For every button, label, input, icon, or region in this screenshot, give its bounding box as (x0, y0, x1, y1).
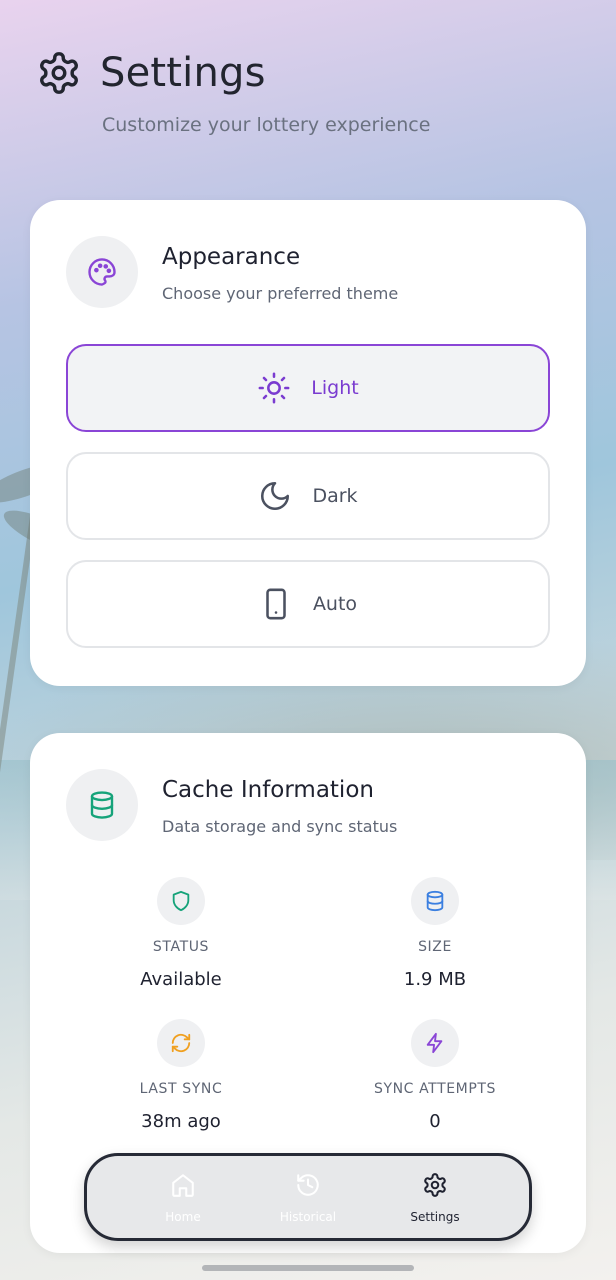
appearance-card: Appearance Choose your preferred theme L… (30, 200, 586, 686)
nav-label: Historical (279, 1210, 337, 1224)
history-icon (297, 1174, 319, 1196)
palette-icon (88, 258, 116, 286)
home-indicator[interactable] (202, 1265, 414, 1271)
stat-sync-attempts: SYNC ATTEMPTS 0 (335, 1019, 535, 1132)
shield-icon (172, 890, 190, 912)
stat-value: 38m ago (141, 1111, 221, 1132)
stat-size: SIZE 1.9 MB (335, 877, 535, 990)
appearance-description: Choose your preferred theme (162, 284, 399, 303)
page-subtitle: Customize your lottery experience (102, 114, 431, 136)
bottom-navigation: Home Historical Settings (84, 1153, 532, 1241)
appearance-title: Appearance (162, 244, 301, 270)
nav-label: Home (165, 1210, 201, 1224)
stat-last-sync: LAST SYNC 38m ago (81, 1019, 281, 1132)
stat-value: 1.9 MB (403, 969, 467, 990)
moon-icon (261, 481, 290, 511)
gear-icon (40, 52, 78, 94)
nav-item-historical[interactable]: Historical (248, 1172, 368, 1224)
stat-label: SIZE (418, 939, 452, 955)
cache-title: Cache Information (162, 777, 374, 803)
sun-icon (258, 372, 290, 404)
theme-option-label: Auto (312, 593, 358, 615)
stat-value: Available (140, 969, 222, 990)
gear-icon (424, 1173, 446, 1197)
theme-option-dark[interactable]: Dark (66, 452, 550, 540)
stat-label: LAST SYNC (139, 1081, 223, 1097)
stat-label: SYNC ATTEMPTS (373, 1081, 497, 1097)
refresh-icon (171, 1033, 191, 1053)
lightning-icon (426, 1032, 443, 1054)
nav-label: Settings (410, 1210, 460, 1224)
appearance-icon-circle (66, 236, 138, 308)
nav-item-settings[interactable]: Settings (375, 1172, 495, 1224)
phone-icon (266, 588, 286, 620)
page-header: Settings Customize your lottery experien… (36, 50, 430, 136)
cache-description: Data storage and sync status (162, 817, 398, 836)
stat-label: STATUS (152, 939, 210, 955)
page-title: Settings (100, 50, 266, 96)
stat-status: STATUS Available (81, 877, 281, 990)
home-icon (172, 1174, 194, 1197)
theme-option-light[interactable]: Light (66, 344, 550, 432)
stat-value: 0 (429, 1111, 441, 1132)
cache-icon-circle (66, 769, 138, 841)
theme-option-label: Light (311, 377, 359, 399)
database-icon (426, 890, 444, 912)
database-icon (90, 791, 114, 819)
theme-option-label: Dark (312, 485, 358, 507)
nav-item-home[interactable]: Home (123, 1172, 243, 1224)
theme-option-auto[interactable]: Auto (66, 560, 550, 648)
